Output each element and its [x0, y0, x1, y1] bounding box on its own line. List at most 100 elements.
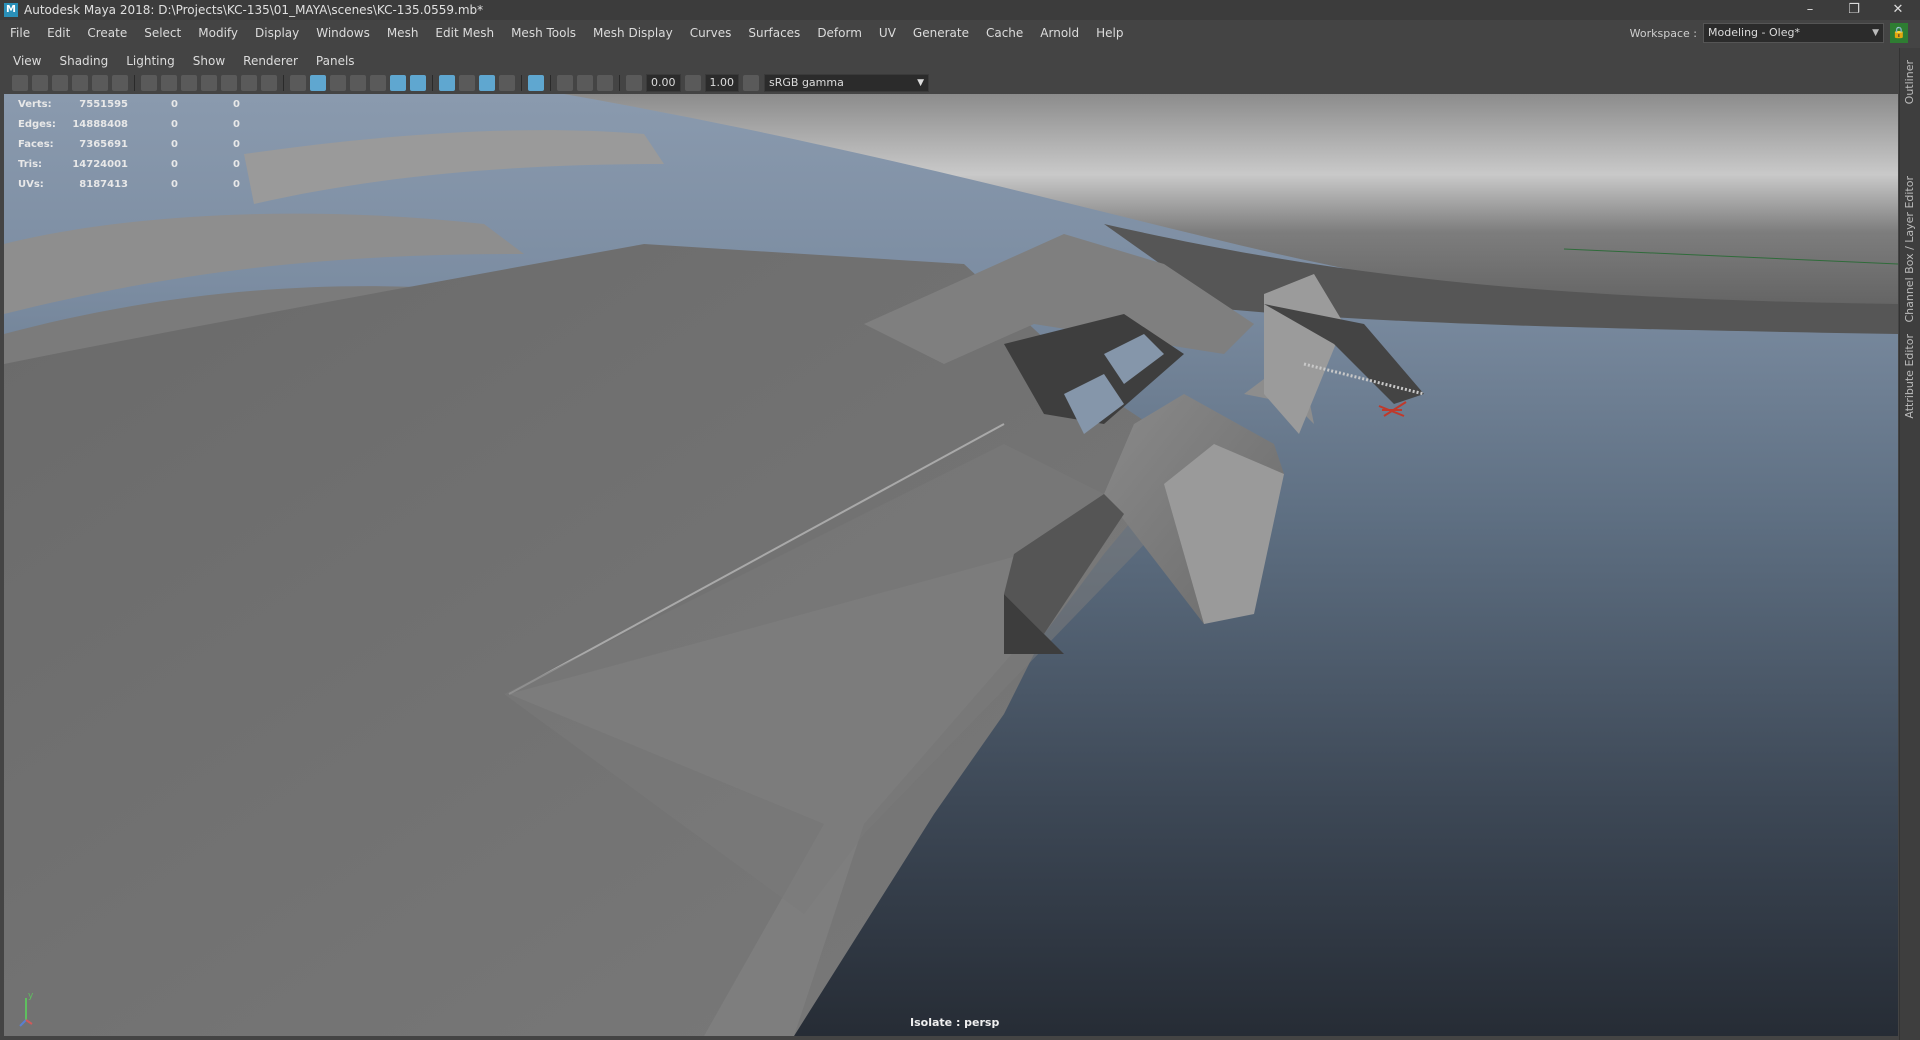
menu-mesh[interactable]: Mesh — [377, 26, 426, 40]
axis-gizmo-icon: y — [19, 991, 34, 1027]
color-management-icon[interactable] — [743, 75, 759, 91]
flap-panel — [1164, 444, 1284, 624]
select-camera-icon[interactable] — [12, 75, 28, 91]
menu-help[interactable]: Help — [1086, 26, 1130, 40]
hud-row-uvs: UVs: 8187413 0 0 — [10, 174, 240, 194]
chevron-down-icon: ▼ — [917, 78, 924, 88]
smooth-shade-icon[interactable] — [310, 75, 326, 91]
panel-menu-view[interactable]: View — [4, 54, 50, 68]
perspective-viewport[interactable]: Verts: 7551595 0 0 Edges: 14888408 0 0 F… — [4, 94, 1898, 1036]
hud-selected: 0 — [171, 118, 178, 130]
minimize-button[interactable]: – — [1788, 0, 1832, 20]
screen-space-ao-icon[interactable] — [439, 75, 455, 91]
chevron-down-icon: ▼ — [1872, 28, 1879, 38]
panel-menu-panels[interactable]: Panels — [307, 54, 364, 68]
gamma-field[interactable]: 1.00 — [704, 74, 739, 92]
workspace-dropdown[interactable]: Modeling - Oleg* ▼ — [1703, 23, 1884, 43]
scene-geometry — [4, 94, 1898, 1036]
menu-windows[interactable]: Windows — [306, 26, 377, 40]
tab-outliner[interactable]: Outliner — [1903, 60, 1916, 104]
menu-curves[interactable]: Curves — [680, 26, 739, 40]
hud-label: Tris: — [18, 158, 43, 170]
menu-edit[interactable]: Edit — [37, 26, 77, 40]
hud-value: 7551595 — [79, 98, 128, 110]
gamma-icon[interactable] — [684, 75, 701, 91]
tab-channel-box-layer-editor[interactable]: Channel Box / Layer Editor — [1903, 176, 1916, 323]
default-material-icon[interactable] — [330, 75, 346, 91]
resolution-gate-icon[interactable] — [181, 75, 197, 91]
close-button[interactable]: ✕ — [1876, 0, 1920, 20]
view-transform-dropdown[interactable]: sRGB gamma ▼ — [764, 74, 929, 92]
hud-selected: 0 — [171, 178, 178, 190]
camera-label: Isolate : persp — [910, 1016, 1000, 1029]
menu-modify[interactable]: Modify — [188, 26, 245, 40]
bookmarks-icon[interactable] — [52, 75, 68, 91]
locator-marker — [1378, 401, 1407, 417]
xray-icon[interactable] — [557, 75, 573, 91]
camera-attributes-icon[interactable] — [32, 75, 48, 91]
workspace-label: Workspace : — [1629, 26, 1697, 40]
image-plane-icon[interactable] — [72, 75, 88, 91]
menu-uv[interactable]: UV — [869, 26, 903, 40]
panel-menu-renderer[interactable]: Renderer — [234, 54, 307, 68]
hud-label: Verts: — [18, 98, 52, 110]
window-title: Autodesk Maya 2018: D:\Projects\KC-135\0… — [24, 3, 484, 17]
use-all-lights-icon[interactable] — [390, 75, 406, 91]
menu-file[interactable]: File — [0, 26, 37, 40]
menu-mesh-display[interactable]: Mesh Display — [583, 26, 680, 40]
textured-icon[interactable] — [370, 75, 386, 91]
safe-action-icon[interactable] — [241, 75, 257, 91]
hud-row-verts: Verts: 7551595 0 0 — [10, 94, 240, 114]
panel-toolbar: 0.00 1.00 sRGB gamma ▼ — [4, 72, 1898, 94]
menu-edit-mesh[interactable]: Edit Mesh — [425, 26, 501, 40]
restore-button[interactable]: ❐ — [1832, 0, 1876, 20]
hud-component: 0 — [233, 158, 240, 170]
hud-selected: 0 — [171, 158, 178, 170]
menu-arnold[interactable]: Arnold — [1030, 26, 1086, 40]
anti-aliasing-icon[interactable] — [479, 75, 495, 91]
hud-component: 0 — [233, 118, 240, 130]
gate-mask-icon[interactable] — [201, 75, 217, 91]
menu-display[interactable]: Display — [245, 26, 306, 40]
panel-menu-lighting[interactable]: Lighting — [117, 54, 184, 68]
hud-row-faces: Faces: 7365691 0 0 — [10, 134, 240, 154]
hud-value: 8187413 — [79, 178, 128, 190]
exposure-field[interactable]: 0.00 — [646, 74, 681, 92]
panel-menu-show[interactable]: Show — [184, 54, 234, 68]
isolate-select-icon[interactable] — [528, 75, 544, 91]
tab-attribute-editor[interactable]: Attribute Editor — [1903, 334, 1916, 419]
toolbar-divider — [432, 75, 433, 91]
menu-surfaces[interactable]: Surfaces — [738, 26, 807, 40]
panel-menu-shading[interactable]: Shading — [50, 54, 117, 68]
hud-selected: 0 — [171, 98, 178, 110]
motion-blur-icon[interactable] — [459, 75, 475, 91]
hud-label: Edges: — [18, 118, 56, 130]
lock-icon[interactable]: 🔒 — [1890, 23, 1908, 43]
film-gate-icon[interactable] — [161, 75, 177, 91]
hud-value: 7365691 — [79, 138, 128, 150]
grease-pencil-icon[interactable] — [112, 75, 128, 91]
shadows-icon[interactable] — [410, 75, 426, 91]
view-transform-value: sRGB gamma — [769, 76, 844, 89]
field-chart-icon[interactable] — [221, 75, 237, 91]
menu-cache[interactable]: Cache — [976, 26, 1030, 40]
xray-joints-icon[interactable] — [597, 75, 613, 91]
menu-create[interactable]: Create — [77, 26, 134, 40]
two-d-pan-zoom-icon[interactable] — [92, 75, 108, 91]
workspace-value: Modeling - Oleg* — [1708, 26, 1800, 39]
toolbar-divider — [550, 75, 551, 91]
menu-deform[interactable]: Deform — [807, 26, 869, 40]
title-bar: M Autodesk Maya 2018: D:\Projects\KC-135… — [0, 0, 1920, 20]
menu-generate[interactable]: Generate — [903, 26, 976, 40]
hud-component: 0 — [233, 178, 240, 190]
safe-title-icon[interactable] — [261, 75, 277, 91]
xray-active-components-icon[interactable] — [577, 75, 593, 91]
depth-of-field-icon[interactable] — [499, 75, 515, 91]
wireframe-icon[interactable] — [290, 75, 306, 91]
grid-icon[interactable] — [141, 75, 157, 91]
menu-mesh-tools[interactable]: Mesh Tools — [501, 26, 583, 40]
wireframe-on-shaded-icon[interactable] — [350, 75, 366, 91]
menu-select[interactable]: Select — [134, 26, 188, 40]
hud-selected: 0 — [171, 138, 178, 150]
exposure-icon[interactable] — [626, 75, 642, 91]
